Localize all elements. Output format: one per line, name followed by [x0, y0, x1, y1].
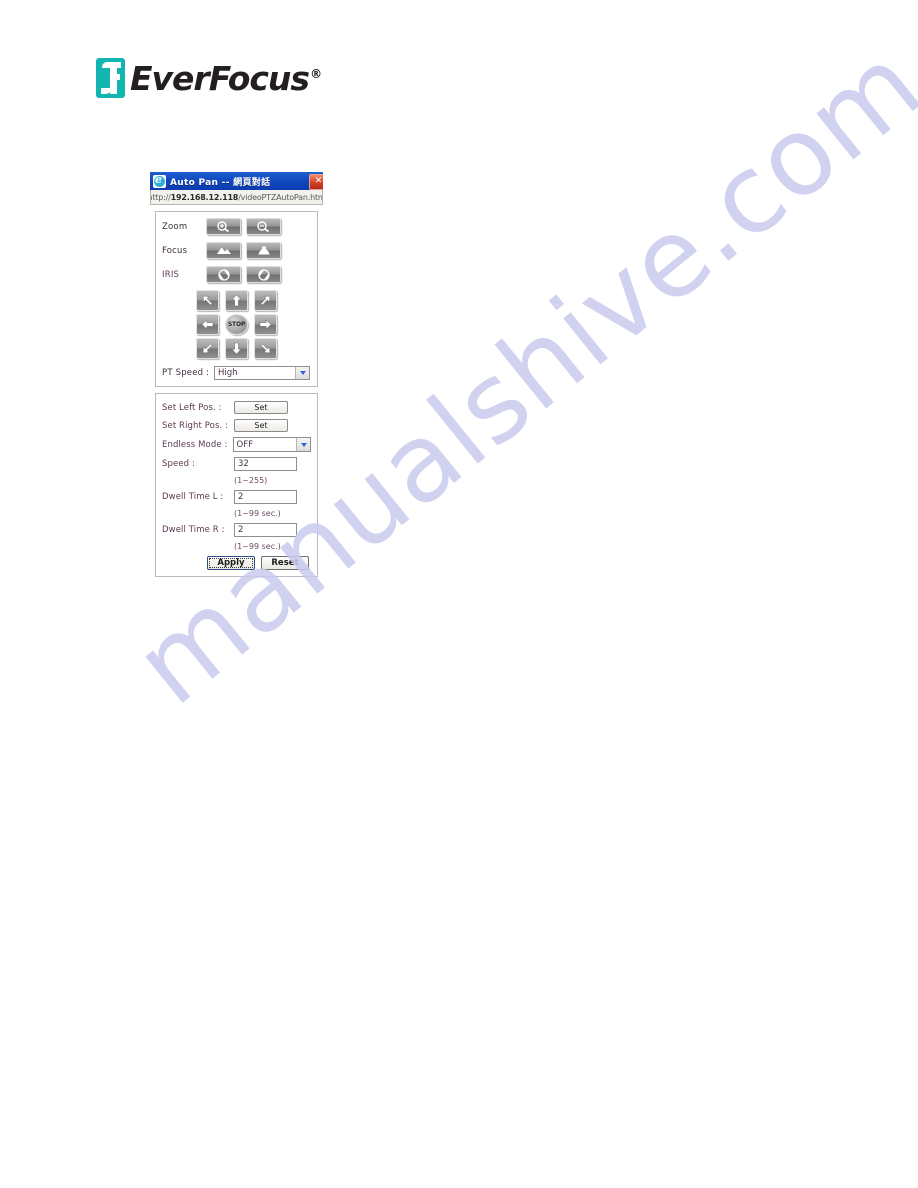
focus-label: Focus	[162, 245, 188, 256]
pt-speed-row: PT Speed : High	[162, 366, 311, 380]
arrow-down-icon	[231, 342, 242, 355]
page-watermark: manualshive.com	[0, 0, 918, 1188]
dwell-time-r-label: Dwell Time R :	[162, 525, 225, 535]
address-path: /videoPTZAutoPan.htm	[238, 192, 323, 202]
arrow-right-icon	[259, 319, 272, 330]
dialog-title: Auto Pan -- 網頁對話	[170, 177, 271, 188]
close-icon[interactable]: ✕	[309, 174, 323, 190]
flower-icon	[258, 246, 269, 255]
brand-name: EverFocus	[130, 58, 310, 98]
arrow-down-left-icon	[202, 343, 213, 354]
dialog-address-bar: http://192.168.12.118/videoPTZAutoPan.ht…	[150, 190, 323, 205]
set-right-pos-label: Set Right Pos. :	[162, 420, 229, 431]
iris-open-icon	[217, 268, 230, 281]
endless-mode-label: Endless Mode :	[162, 439, 228, 450]
endless-mode-select[interactable]: OFF	[232, 437, 311, 452]
zoom-row: Zoom	[162, 218, 311, 235]
set-right-pos-button[interactable]: Set	[234, 419, 288, 432]
direction-pad-row-top	[193, 290, 280, 311]
pan-down-right-button[interactable]	[254, 338, 277, 359]
mountain-icon	[216, 247, 231, 254]
speed-row: Speed : 32	[162, 457, 311, 471]
iris-close-icon	[257, 268, 270, 281]
dwell-time-r-range-hint: (1~99 sec.)	[234, 542, 281, 551]
endless-mode-value: OFF	[236, 439, 253, 450]
autopan-settings-panel: Set Left Pos. : Set Set Right Pos. : Set…	[155, 393, 318, 577]
focus-row: Focus	[162, 242, 311, 259]
arrow-up-left-icon	[202, 295, 213, 306]
apply-button-label: Apply	[217, 558, 245, 568]
dwell-time-l-input[interactable]: 2	[234, 490, 297, 504]
iris-label: IRIS	[162, 269, 180, 280]
magnifier-plus-icon	[217, 221, 230, 232]
set-right-pos-row: Set Right Pos. : Set	[162, 419, 311, 432]
pt-speed-value: High	[218, 368, 238, 378]
pan-left-button[interactable]	[196, 314, 219, 335]
pan-stop-button[interactable]: STOP	[225, 314, 248, 335]
arrow-up-icon	[231, 294, 242, 307]
dwell-time-l-range-hint: (1~99 sec.)	[234, 509, 281, 518]
address-text: http://192.168.12.118/videoPTZAutoPan.ht…	[151, 192, 323, 202]
iris-open-button[interactable]	[206, 266, 241, 283]
apply-button[interactable]: Apply	[207, 556, 255, 570]
chevron-down-icon[interactable]	[295, 367, 309, 379]
arrow-down-right-icon	[260, 343, 271, 354]
dwell-time-r-input[interactable]: 2	[234, 523, 297, 537]
iris-row: IRIS	[162, 266, 311, 283]
pan-up-right-button[interactable]	[254, 290, 277, 311]
dwell-time-l-label: Dwell Time L :	[162, 492, 224, 502]
pt-speed-select[interactable]: High	[214, 366, 310, 380]
set-left-pos-row: Set Left Pos. : Set	[162, 401, 311, 414]
chevron-down-icon[interactable]	[296, 438, 310, 451]
dialog-body: Zoom Focus IRIS STOP PT Speed: High Set…	[150, 205, 323, 582]
address-host: 192.168.12.118	[170, 192, 239, 202]
speed-input[interactable]: 32	[234, 457, 297, 471]
dwell-time-l-row: Dwell Time L : 2	[162, 490, 311, 504]
speed-range-hint: (1~255)	[234, 476, 268, 485]
arrow-left-icon	[201, 319, 214, 330]
pan-up-button[interactable]	[225, 290, 248, 311]
focus-far-button[interactable]	[206, 242, 241, 259]
auto-pan-dialog: Auto Pan -- 網頁對話 ✕ http://192.168.12.118…	[150, 172, 323, 582]
dwell-time-r-row: Dwell Time R : 2	[162, 523, 311, 537]
speed-label: Speed :	[162, 459, 195, 469]
focus-near-button[interactable]	[246, 242, 281, 259]
pan-down-left-button[interactable]	[196, 338, 219, 359]
address-prefix: http://	[151, 192, 171, 202]
zoom-out-button[interactable]	[246, 218, 281, 235]
dialog-titlebar[interactable]: Auto Pan -- 網頁對話 ✕	[150, 172, 323, 190]
zoom-label: Zoom	[162, 221, 188, 232]
internet-explorer-icon	[153, 174, 166, 188]
pan-right-button[interactable]	[254, 314, 277, 335]
endless-mode-row: Endless Mode : OFF	[162, 437, 311, 452]
pt-speed-label: PT Speed :	[162, 368, 210, 378]
pan-down-button[interactable]	[225, 338, 248, 359]
pan-up-left-button[interactable]	[196, 290, 219, 311]
iris-close-button[interactable]	[246, 266, 281, 283]
direction-pad-row-middle: STOP	[193, 314, 280, 335]
direction-pad-row-bottom	[193, 338, 280, 359]
everfocus-mark-icon	[96, 58, 125, 98]
direction-pad: STOP	[162, 290, 311, 362]
zoom-in-button[interactable]	[206, 218, 241, 235]
brand-wordmark: EverFocus®	[130, 58, 322, 98]
registered-mark: ®	[310, 66, 322, 81]
set-left-pos-label: Set Left Pos. :	[162, 402, 222, 413]
form-button-row: Apply Reset	[162, 556, 311, 570]
arrow-up-right-icon	[260, 295, 271, 306]
magnifier-minus-icon	[257, 221, 270, 232]
reset-button[interactable]: Reset	[261, 556, 309, 570]
set-left-pos-button[interactable]: Set	[234, 401, 288, 414]
everfocus-logo: EverFocus®	[96, 56, 322, 100]
ptz-control-panel: Zoom Focus IRIS STOP PT Speed: High	[155, 211, 318, 387]
